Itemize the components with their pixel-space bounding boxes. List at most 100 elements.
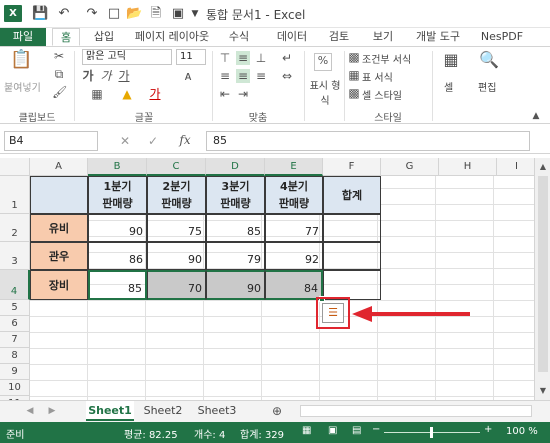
conditional-format-button[interactable]: 조건부 서식 (362, 51, 411, 66)
sum-cell[interactable] (323, 270, 381, 300)
selected-cell[interactable]: 70 (147, 270, 206, 300)
value-cell[interactable]: 90 (88, 214, 147, 242)
sheet-tab[interactable]: Sheet1 (86, 401, 134, 421)
open-icon[interactable]: 📂 (126, 4, 142, 24)
editing-button[interactable]: 편집 (478, 79, 496, 94)
table-format-button[interactable]: 표 서식 (362, 69, 393, 84)
font-color-icon[interactable]: 가 (148, 87, 162, 101)
add-sheet-icon[interactable]: ⊕ (270, 404, 284, 418)
value-cell[interactable]: 90 (147, 242, 206, 270)
fill-color-icon[interactable]: ▲ (120, 87, 134, 101)
name-box[interactable]: B4 (4, 131, 98, 151)
value-cell[interactable]: 92 (265, 242, 323, 270)
align-right-icon[interactable]: ≡ (254, 69, 268, 83)
name-cell[interactable]: 장비 (30, 270, 88, 300)
zoom-slider-thumb[interactable] (430, 427, 433, 438)
table-format-icon[interactable]: ▦ (348, 68, 360, 82)
selected-cell[interactable]: 90 (206, 270, 265, 300)
sheet-tab[interactable]: Sheet3 (192, 401, 242, 421)
percent-icon[interactable]: % (314, 53, 332, 71)
tab-page-layout[interactable]: 페이지 레이아웃 (130, 28, 214, 46)
sum-cell[interactable] (323, 242, 381, 270)
zoom-level[interactable]: 100 % (506, 426, 538, 437)
column-header[interactable]: F (323, 158, 381, 176)
tab-review[interactable]: 검토 (322, 28, 356, 46)
enter-icon[interactable]: ✓ (146, 134, 160, 148)
conditional-format-icon[interactable]: ▩ (348, 50, 360, 64)
tab-nespdf[interactable]: NesPDF (476, 28, 528, 46)
grow-font-icon[interactable]: ᴀ (182, 69, 194, 83)
zoom-in-icon[interactable]: + (484, 424, 492, 435)
align-bottom-icon[interactable]: ⊥ (254, 51, 268, 65)
active-cell[interactable]: 85 (88, 270, 147, 300)
row-header[interactable]: 5 (0, 300, 30, 316)
undo-icon[interactable]: ↶ (56, 4, 72, 24)
value-cell[interactable]: 79 (206, 242, 265, 270)
header-cell[interactable]: 3분기 판매량 (206, 176, 265, 214)
underline-icon[interactable]: 가 (118, 69, 130, 83)
row-header[interactable]: 10 (0, 380, 30, 396)
name-cell[interactable]: 관우 (30, 242, 88, 270)
sum-cell[interactable] (323, 214, 381, 242)
paste-button[interactable]: 붙여넣기 (4, 79, 41, 94)
sheet-tab[interactable]: Sheet2 (138, 401, 188, 421)
collapse-ribbon-icon[interactable]: ▲ (530, 109, 542, 123)
column-header[interactable]: D (206, 158, 265, 176)
column-header[interactable]: E (265, 158, 323, 176)
header-cell[interactable]: 1분기 판매량 (88, 176, 147, 214)
tab-file[interactable]: 파일 (0, 28, 46, 46)
column-header[interactable]: C (147, 158, 206, 176)
cell-style-icon[interactable]: ▩ (348, 86, 360, 100)
select-all-corner[interactable] (0, 158, 30, 176)
font-name-combo[interactable]: 맑은 고딕 (82, 49, 172, 65)
save-icon[interactable]: 💾 (32, 4, 48, 24)
decrease-indent-icon[interactable]: ⇤ (218, 87, 232, 101)
value-cell[interactable]: 75 (147, 214, 206, 242)
normal-view-icon[interactable]: ▦ (302, 425, 311, 436)
tab-view[interactable]: 보기 (366, 28, 400, 46)
copy-icon[interactable]: ⧉ (52, 67, 66, 81)
number-format-button[interactable]: 표시 형식 (308, 77, 342, 107)
insert-function-icon[interactable]: fx (176, 133, 194, 147)
cell-style-button[interactable]: 셀 스타일 (362, 87, 402, 102)
column-header[interactable]: G (381, 158, 439, 176)
font-size-combo[interactable]: 11 (176, 49, 206, 65)
formula-input[interactable]: 85 (206, 131, 530, 151)
horizontal-scrollbar[interactable] (300, 405, 532, 417)
prev-sheet-icon[interactable]: ◀ (24, 404, 36, 418)
new-doc-icon[interactable]: □ (106, 4, 122, 24)
tab-home[interactable]: 홈 (52, 28, 80, 46)
row-header[interactable]: 3 (0, 242, 30, 270)
tab-data[interactable]: 데이터 (272, 28, 312, 46)
table-corner-cell[interactable] (30, 176, 88, 214)
print-preview-icon[interactable]: 🗎 (148, 4, 164, 24)
tab-insert[interactable]: 삽입 (88, 28, 120, 46)
tab-formulas[interactable]: 수식 (222, 28, 256, 46)
align-top-icon[interactable]: ⊤ (218, 51, 232, 65)
header-cell[interactable]: 2분기 판매량 (147, 176, 206, 214)
format-painter-icon[interactable]: 🖌 (52, 85, 67, 99)
borders-icon[interactable]: ▦ (90, 87, 104, 101)
name-cell[interactable]: 유비 (30, 214, 88, 242)
vertical-scrollbar[interactable]: ▲ ▼ (534, 158, 550, 400)
column-header[interactable]: H (439, 158, 497, 176)
wrap-text-icon[interactable]: ↵ (280, 51, 294, 65)
merge-center-icon[interactable]: ⇔ (280, 69, 294, 83)
paste-icon[interactable]: 📋 (10, 51, 32, 75)
row-header[interactable]: 6 (0, 316, 30, 332)
cells-icon[interactable]: ▦ (440, 52, 462, 75)
tab-developer[interactable]: 개발 도구 (410, 28, 466, 46)
italic-icon[interactable]: 가 (100, 69, 112, 83)
row-header[interactable]: 4 (0, 270, 30, 300)
value-cell[interactable]: 77 (265, 214, 323, 242)
cells-button[interactable]: 셀 (444, 79, 453, 94)
scroll-down-icon[interactable]: ▼ (537, 384, 549, 398)
increase-indent-icon[interactable]: ⇥ (236, 87, 250, 101)
selected-cell[interactable]: 84 (265, 270, 323, 300)
align-middle-icon[interactable]: ≡ (236, 51, 250, 65)
page-layout-view-icon[interactable]: ▣ (328, 425, 337, 436)
header-cell[interactable]: 4분기 판매량 (265, 176, 323, 214)
customize-dropdown-icon[interactable]: ▼ (190, 4, 200, 24)
zoom-out-icon[interactable]: − (372, 424, 380, 435)
align-center-icon[interactable]: ≡ (236, 69, 250, 83)
